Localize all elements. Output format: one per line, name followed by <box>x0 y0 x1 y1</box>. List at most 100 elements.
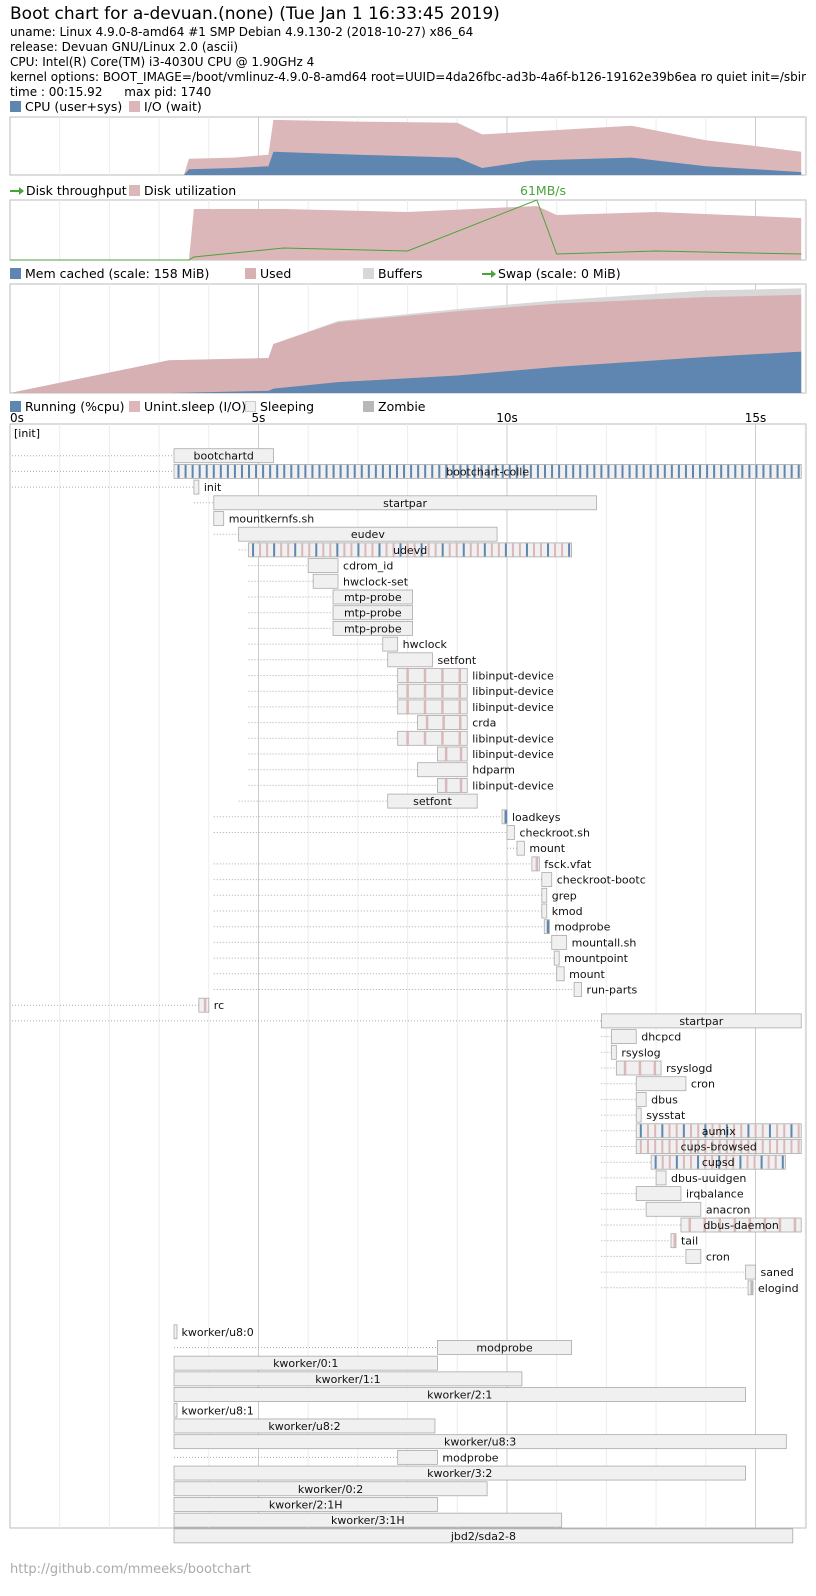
process-activity-mark <box>357 543 360 557</box>
process-activity-mark <box>748 464 751 478</box>
process-label-init: [init] <box>14 427 40 440</box>
process-activity-mark <box>554 543 557 557</box>
process-label: libinput-device <box>472 732 554 745</box>
process-label: mtp-probe <box>344 622 402 635</box>
process-label: kworker/u8:1 <box>181 1404 253 1417</box>
process-label: cdrom_id <box>343 560 393 573</box>
process-activity-mark <box>797 1124 800 1138</box>
process-activity-mark <box>642 464 645 478</box>
process-activity-mark <box>776 1124 779 1138</box>
process-bar <box>516 840 525 856</box>
process-activity-mark <box>332 464 335 478</box>
process-label: hdparm <box>472 764 515 777</box>
process-activity-mark <box>761 1124 764 1138</box>
process-activity-mark <box>790 1140 793 1153</box>
process-activity-mark <box>462 543 465 557</box>
process-bar <box>417 762 468 778</box>
process-label: loadkeys <box>512 811 561 824</box>
process-bar <box>645 1201 702 1217</box>
process-activity-mark <box>205 464 208 478</box>
process-activity-mark <box>353 464 356 478</box>
process-label: mountall.sh <box>572 936 637 949</box>
process-label: mount <box>569 968 605 981</box>
process-label: modprobe <box>442 1451 498 1464</box>
process-label: kworker/u8:3 <box>444 1436 516 1449</box>
process-activity-mark <box>653 1061 657 1075</box>
process-activity-mark <box>441 684 444 698</box>
process-activity-mark <box>661 1140 664 1153</box>
process-activity-mark <box>423 684 427 698</box>
process-activity-mark <box>532 543 535 557</box>
process-label: hwclock <box>403 638 448 651</box>
process-activity-mark <box>308 543 311 557</box>
process-activity-mark <box>259 543 262 557</box>
process-activity-mark <box>280 543 283 557</box>
process-activity-mark <box>322 543 325 557</box>
process-activity-mark <box>403 464 406 478</box>
process-bar <box>610 1029 637 1044</box>
process-activity-mark <box>668 1155 671 1169</box>
process-activity-mark <box>774 1155 777 1169</box>
process-activity-mark <box>434 543 437 557</box>
process-activity-mark <box>614 464 617 478</box>
process-activity-mark <box>442 716 445 730</box>
process-activity-mark <box>441 731 444 745</box>
process-activity-mark <box>663 464 666 478</box>
process-activity-mark <box>329 543 332 557</box>
process-activity-mark <box>269 464 272 478</box>
process-activity-mark <box>497 543 500 557</box>
process-label: kworker/1:1 <box>315 1373 380 1386</box>
process-label: kworker/u8:2 <box>268 1420 340 1433</box>
process-activity-mark <box>670 464 673 478</box>
time-tick-label: 5s <box>252 411 266 425</box>
process-bar <box>635 1186 682 1201</box>
process-activity-mark <box>441 543 444 557</box>
time-tick-label: 0s <box>10 411 24 425</box>
process-bar <box>556 966 565 982</box>
process-activity-mark <box>504 810 508 824</box>
process-activity-mark <box>760 1155 763 1169</box>
process-label: rsyslogd <box>666 1062 712 1075</box>
process-activity-mark <box>558 464 561 478</box>
process-bar <box>312 573 339 589</box>
process-activity-mark <box>654 1124 657 1138</box>
process-activity-mark <box>529 464 532 478</box>
process-activity-mark <box>607 464 610 478</box>
process-label: libinput-device <box>472 701 554 714</box>
process-activity-mark <box>448 543 451 557</box>
process-activity-mark <box>458 716 462 730</box>
process-activity-mark <box>673 1234 676 1248</box>
process-activity-mark <box>266 543 269 557</box>
process-activity-mark <box>458 700 462 714</box>
process-activity-mark <box>455 543 458 557</box>
process-activity-mark <box>727 464 730 478</box>
process-label: cron <box>706 1250 730 1263</box>
process-activity-mark <box>781 1155 784 1169</box>
process-activity-mark <box>396 464 399 478</box>
process-activity-mark <box>646 1124 649 1138</box>
process-activity-mark <box>797 1140 800 1153</box>
process-activity-mark <box>444 747 448 761</box>
footer-link[interactable]: http://github.com/mmeeks/bootchart <box>10 1562 251 1577</box>
process-activity-mark <box>750 1281 754 1295</box>
process-label: kworker/2:1 <box>427 1389 492 1402</box>
process-activity-mark <box>318 464 321 478</box>
process-activity-mark <box>668 1140 671 1153</box>
process-activity-mark <box>783 1140 786 1153</box>
process-activity-mark <box>385 543 388 557</box>
process-label: tail <box>681 1235 698 1248</box>
process-bar <box>541 872 553 887</box>
process-bar <box>173 1402 178 1418</box>
process-label: fsck.vfat <box>544 858 592 871</box>
process-activity-mark <box>417 464 420 478</box>
process-activity-mark <box>561 543 564 557</box>
process-activity-mark <box>525 543 528 557</box>
process-activity-mark <box>297 464 300 478</box>
process-activity-mark <box>364 543 367 557</box>
process-activity-mark <box>675 1155 678 1169</box>
process-activity-mark <box>586 464 589 478</box>
process-activity-mark <box>198 464 201 478</box>
process-activity-mark <box>262 464 265 478</box>
process-activity-mark <box>350 543 353 557</box>
process-label: dbus-daemon <box>703 1219 779 1232</box>
